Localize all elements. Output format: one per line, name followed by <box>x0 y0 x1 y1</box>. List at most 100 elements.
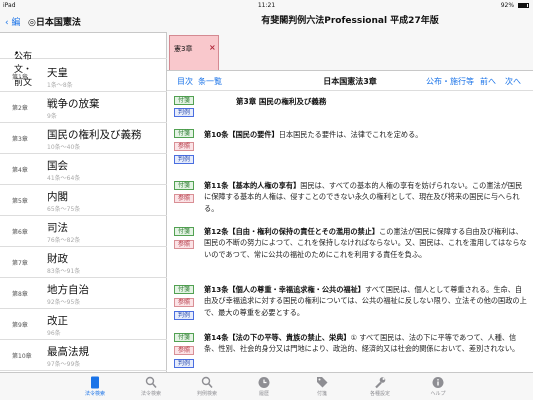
sansho-badge[interactable]: 参照 <box>174 240 194 249</box>
document-tab[interactable]: 憲3章 × <box>169 35 219 70</box>
chapter-range: 76条〜82条 <box>47 237 81 244</box>
chapter-range: 41条〜64条 <box>47 175 81 182</box>
chapter-title: 戦争の放棄 <box>47 98 100 110</box>
sansho-badge[interactable]: 参照 <box>174 142 194 151</box>
next-button[interactable]: 次へ <box>505 76 521 87</box>
chapter-range: 92条〜95条 <box>47 299 81 306</box>
article-10: 第10条【国民の要件】日本国民たる要件は、法律でこれを定める。 <box>204 129 529 140</box>
chapter-number: 第9章 <box>12 322 28 329</box>
article-11: 第11条【基本的人権の享有】国民は、すべての基本的人権の享有を妨げられない。この… <box>204 180 529 214</box>
chapter-number: 第2章 <box>12 105 28 112</box>
toc-chapter[interactable]: 第6章 司法 76条〜82条 <box>0 216 167 247</box>
toc-chapter[interactable]: 第10章 最高法規 97条〜99条 <box>0 340 167 371</box>
document-tabs: 憲3章 × <box>167 33 533 71</box>
chapter-title: 国民の権利及び義務 <box>47 129 142 141</box>
tab-law-search[interactable]: 法令検索 <box>123 373 179 401</box>
chapter-range: 96条 <box>47 330 61 337</box>
chapter-number: 第6章 <box>12 229 28 236</box>
search-icon <box>201 376 213 389</box>
battery-status: 92% <box>501 0 529 11</box>
toc-chapter[interactable]: 第2章 戦争の放棄 9条 <box>0 92 167 123</box>
chapter-number: 第8章 <box>12 291 28 298</box>
toc-chapter[interactable]: 第4章 国会 41条〜64条 <box>0 154 167 185</box>
chapter-range: 97条〜99条 <box>47 361 81 368</box>
law-toc-panel: ‹ 編 ◎日本国憲法 • 公布文・前文 第1章 天皇 1条〜8条 第2章 戦争の放棄 9… <box>0 11 167 400</box>
battery-percent: 92% <box>500 2 515 9</box>
chapter-title: 財政 <box>47 253 68 265</box>
hanrei-badge[interactable]: 判例 <box>174 311 194 320</box>
hanrei-badge[interactable]: 判例 <box>174 108 194 117</box>
chapter-title: 地方自治 <box>47 284 89 296</box>
status-bar: iPad 11:21 92% <box>0 0 533 11</box>
chapter-title: 司法 <box>47 222 68 234</box>
tab-label: 憲3章 <box>174 45 193 53</box>
article-heading: 第13条【個人の尊重・幸福追求権・公共の福祉】 <box>204 285 365 294</box>
tag-icon <box>317 377 328 388</box>
hanrei-badge[interactable]: 判例 <box>174 359 194 368</box>
promulgation-link[interactable]: 公布・施行等 <box>426 76 474 87</box>
fusen-badge[interactable]: 付箋 <box>174 333 194 342</box>
sansho-badge[interactable]: 参照 <box>174 194 194 203</box>
toc-item-intro[interactable]: • 公布文・前文 <box>0 37 167 88</box>
tab-label: 各種設定 <box>369 391 390 397</box>
tab-help[interactable]: ヘルプ <box>410 373 466 401</box>
article-13: 第13条【個人の尊重・幸福追求権・公共の福祉】すべて国民は、個人として尊重される… <box>204 284 529 318</box>
fusen-badge[interactable]: 付箋 <box>174 181 194 190</box>
tab-label: 法令検索 <box>84 391 105 397</box>
app-title: 有斐閣判例六法Professional 平成27年版 <box>167 11 533 33</box>
left-header: ‹ 編 ◎日本国憲法 <box>0 11 167 33</box>
chapter-number: 第7章 <box>12 260 28 267</box>
chapter-number: 第3章 <box>12 136 28 143</box>
chapter-range: 10条〜40条 <box>47 144 81 151</box>
tab-label: ヘルプ <box>430 391 446 397</box>
tab-label: 法令検索 <box>140 391 161 397</box>
fusen-badge[interactable]: 付箋 <box>174 285 194 294</box>
chapter-range: 83条〜91条 <box>47 268 81 275</box>
prev-button[interactable]: 前へ <box>480 76 496 87</box>
tab-label: 判例検索 <box>196 391 217 397</box>
article-heading: 第11条【基本的人権の享有】 <box>204 181 301 190</box>
wrench-icon <box>375 377 386 389</box>
article-heading: 第14条【法の下の平等、貴族の禁止、栄典】 <box>204 333 351 342</box>
article-12: 第12条【自由・権利の保持の責任とその濫用の禁止】この憲法が国民に保障する自由及… <box>204 226 529 260</box>
chapter-range: 9条 <box>47 113 57 120</box>
clock: 11:21 <box>257 2 276 9</box>
chapter-range: 1条〜8条 <box>47 82 73 89</box>
toc-chapter[interactable]: 第3章 国民の権利及び義務 10条〜40条 <box>0 123 167 154</box>
tab-history[interactable]: 履歴 <box>236 373 292 401</box>
bottom-tab-bar: 法令検索 法令検索 判例検索 履歴 付箋 各種設定 ヘルプ <box>0 372 533 400</box>
fusen-badge[interactable]: 付箋 <box>174 129 194 138</box>
article-heading: 第12条【自由・権利の保持の責任とその濫用の禁止】 <box>204 227 380 236</box>
chapter-heading: 第3章 国民の権利及び義務 <box>236 97 327 106</box>
tab-law-contents[interactable]: 法令検索 <box>67 373 123 401</box>
hanrei-badge[interactable]: 判例 <box>174 155 194 164</box>
tab-sticky-notes[interactable]: 付箋 <box>294 373 350 401</box>
chapter-range: 65条〜75条 <box>47 206 81 213</box>
sansho-badge[interactable]: 参照 <box>174 346 194 355</box>
tab-label: 履歴 <box>258 391 269 397</box>
chapter-number: 第4章 <box>12 167 28 174</box>
toc-chapter[interactable]: 第1章 天皇 1条〜8条 <box>0 61 167 92</box>
tab-case-search[interactable]: 判例検索 <box>179 373 235 401</box>
sansho-badge[interactable]: 参照 <box>174 298 194 307</box>
tab-settings[interactable]: 各種設定 <box>352 373 408 401</box>
chapter-number: 第1章 <box>12 74 28 81</box>
chapter-title: 内閣 <box>47 191 68 203</box>
article-14: 第14条【法の下の平等、貴族の禁止、栄典】① すべて国民は、法の下に平等であつて… <box>204 332 529 355</box>
toc-chapter[interactable]: 第7章 財政 83条〜91条 <box>0 247 167 278</box>
toc-chapter[interactable]: 第8章 地方自治 92条〜95条 <box>0 278 167 309</box>
close-icon[interactable]: × <box>209 43 216 52</box>
chapter-title: 改正 <box>47 315 68 327</box>
back-button[interactable]: ‹ 編 <box>5 15 20 28</box>
chapter-title: 国会 <box>47 160 68 172</box>
book-icon <box>91 376 99 389</box>
law-title: ◎日本国憲法 <box>28 18 81 28</box>
toc-chapter[interactable]: 第9章 改正 96条 <box>0 309 167 340</box>
article-heading: 第10条【国民の要件】 <box>204 130 279 139</box>
fusen-badge[interactable]: 付箋 <box>174 96 194 105</box>
fusen-badge[interactable]: 付箋 <box>174 227 194 236</box>
toc-chapter[interactable]: 第5章 内閣 65条〜75条 <box>0 185 167 216</box>
chapter-number: 第10章 <box>12 353 32 360</box>
law-text-panel: 有斐閣判例六法Professional 平成27年版 憲3章 × 目次 条一覧 … <box>167 11 533 400</box>
battery-icon <box>518 3 529 8</box>
